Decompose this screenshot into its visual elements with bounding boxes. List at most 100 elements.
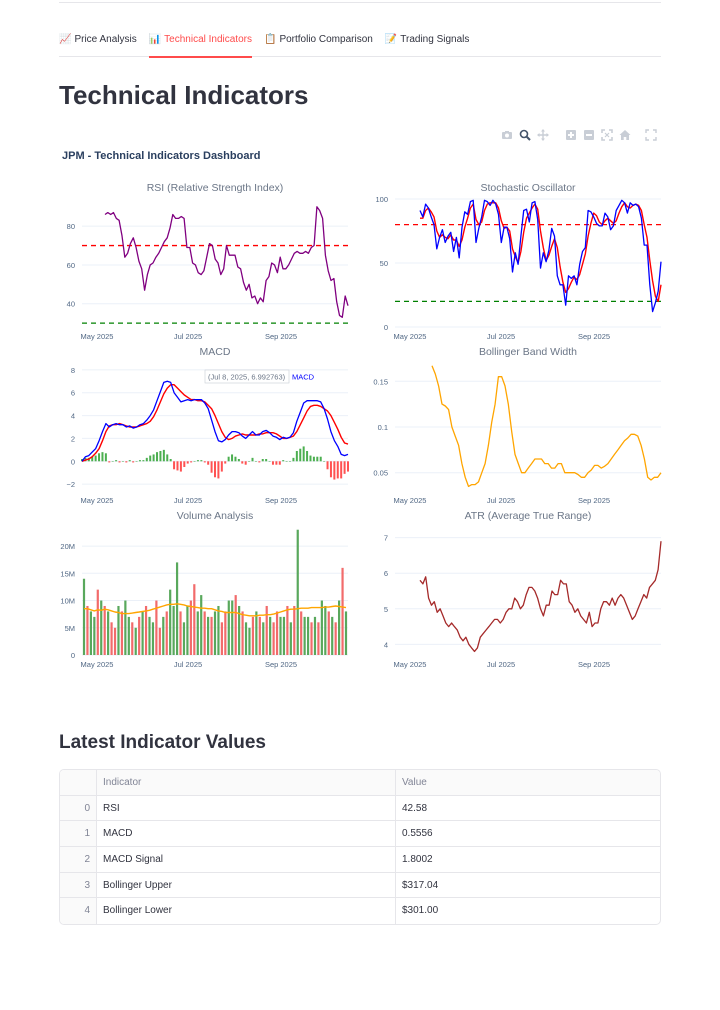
histogram-bar <box>108 461 111 463</box>
volume-bar <box>134 627 137 655</box>
volume-bar <box>313 616 317 655</box>
signal-line <box>81 384 349 462</box>
indicator-cell: Bollinger Lower <box>97 898 396 924</box>
indicator-cell: MACD <box>97 821 396 847</box>
indicator-charts[interactable]: RSI (Relative Strength Index)406080May 2… <box>0 0 720 700</box>
volume-bar <box>262 622 265 655</box>
histogram-bar <box>261 459 264 462</box>
row-index: 4 <box>60 898 97 924</box>
x-tick-label: May 2025 <box>81 332 114 341</box>
volume-bar <box>344 611 348 655</box>
header-index <box>60 770 97 795</box>
histogram-bar <box>138 460 141 462</box>
histogram-bar <box>224 461 227 464</box>
table-header-row: Indicator Value <box>60 770 660 796</box>
rsi-line <box>104 206 349 318</box>
histogram-bar <box>193 461 196 462</box>
histogram-bar <box>319 456 322 462</box>
y-tick-label: −2 <box>66 480 75 489</box>
y-tick-label: 4 <box>384 640 388 649</box>
x-tick-label: May 2025 <box>81 660 114 669</box>
row-index: 2 <box>60 847 97 872</box>
header-value[interactable]: Value <box>396 770 660 795</box>
table-row[interactable]: 3 Bollinger Upper $317.04 <box>60 872 660 899</box>
indicator-cell: Bollinger Upper <box>97 872 396 898</box>
volume-bar <box>269 616 272 655</box>
volume-bar <box>279 616 282 655</box>
histogram-bar <box>220 461 223 472</box>
volume-bar <box>231 600 234 655</box>
histogram-bar <box>285 461 288 462</box>
volume-bar <box>189 600 192 655</box>
histogram-bar <box>248 461 251 462</box>
volume-bar <box>107 611 110 655</box>
histogram-bar <box>244 461 247 465</box>
y-tick-label: 7 <box>384 534 388 543</box>
indicator-table[interactable]: Indicator Value 0 RSI 42.58 1 MACD 0.555… <box>59 769 661 925</box>
volume-bar <box>131 622 134 655</box>
histogram-bar <box>227 456 230 462</box>
histogram-bar <box>268 461 271 462</box>
volume-bar <box>286 605 289 655</box>
volume-bar <box>334 622 337 655</box>
volume-bar <box>169 589 172 655</box>
histogram-bar <box>217 461 220 479</box>
histogram-bar <box>159 451 162 462</box>
volume-bar <box>275 611 279 655</box>
row-index: 3 <box>60 872 97 898</box>
y-tick-label: 0 <box>71 457 75 466</box>
volume-bar <box>120 611 124 655</box>
volume-bar <box>234 595 237 655</box>
histogram-bar <box>186 461 189 464</box>
volume-bar <box>296 529 299 655</box>
value-cell: 1.8002 <box>402 854 433 866</box>
histogram-bar <box>329 461 332 478</box>
header-indicator[interactable]: Indicator <box>97 770 396 795</box>
table-row[interactable]: 2 MACD Signal 1.8002 <box>60 847 660 873</box>
y-tick-label: 0.15 <box>373 377 388 386</box>
table-section-title: Latest Indicator Values <box>59 732 266 753</box>
value-cell: 42.58 <box>402 802 428 814</box>
histogram-bar <box>207 461 210 465</box>
x-tick-label: Jul 2025 <box>487 332 515 341</box>
histogram-bar <box>104 453 107 462</box>
histogram-bar <box>162 449 165 462</box>
bbw-line <box>431 365 662 488</box>
volume-bar <box>175 562 179 655</box>
volume-bar <box>162 616 165 655</box>
table-row[interactable]: 4 Bollinger Lower $301.00 <box>60 898 660 924</box>
histogram-bar <box>278 461 281 465</box>
x-tick-label: May 2025 <box>394 332 427 341</box>
histogram-bar <box>214 461 216 478</box>
histogram-bar <box>111 461 114 462</box>
volume-bar <box>165 611 168 655</box>
y-tick-label: 8 <box>71 366 75 375</box>
volume-bar <box>241 611 244 655</box>
volume-bar <box>200 595 203 655</box>
volume-bar <box>255 611 258 655</box>
volume-bar <box>258 616 261 655</box>
volume-bar <box>127 616 130 655</box>
volume-bar <box>207 616 210 655</box>
histogram-bar <box>166 454 169 462</box>
row-index: 0 <box>60 795 97 821</box>
histogram-bar <box>234 456 237 462</box>
x-tick-label: Sep 2025 <box>265 496 297 505</box>
table-row[interactable]: 0 RSI 42.58 <box>60 795 660 822</box>
volume-bar <box>244 622 248 655</box>
histogram-bar <box>98 453 101 462</box>
volume-bar <box>289 622 292 655</box>
histogram-bar <box>340 461 343 479</box>
table-row[interactable]: 1 MACD 0.5556 <box>60 821 660 848</box>
histogram-bar <box>200 460 203 462</box>
volume-bar <box>224 611 227 655</box>
atr-line <box>419 541 662 653</box>
x-tick-label: Sep 2025 <box>578 496 610 505</box>
x-tick-label: Jul 2025 <box>487 496 515 505</box>
histogram-bar <box>190 461 193 463</box>
volume-bar <box>82 578 86 655</box>
histogram-bar <box>196 460 199 462</box>
histogram-bar <box>203 461 206 463</box>
histogram-bar <box>94 455 97 462</box>
histogram-bar <box>237 459 240 462</box>
